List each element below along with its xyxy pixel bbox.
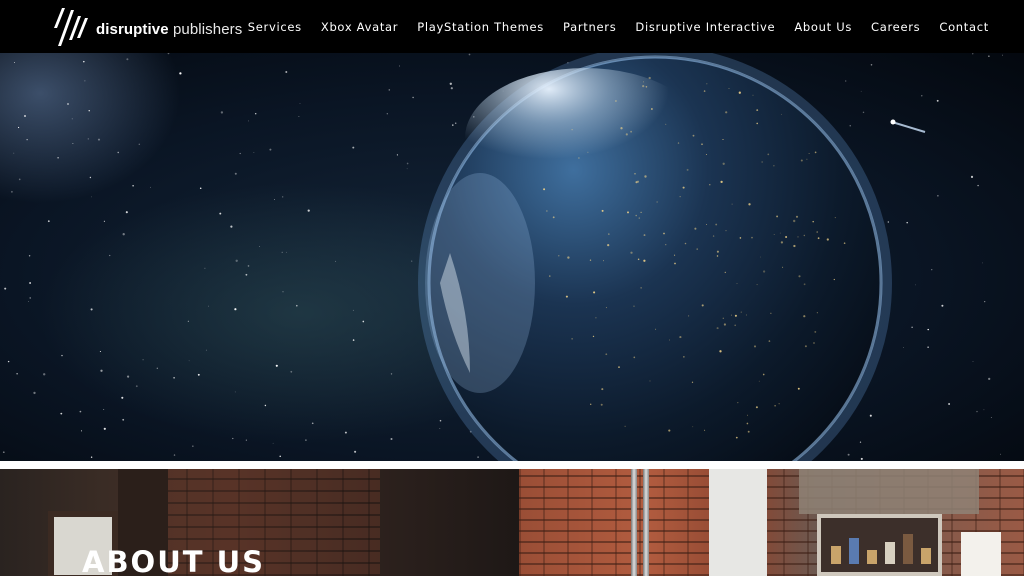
office-photo-right — [519, 469, 1024, 576]
logo[interactable]: disruptive publishers — [52, 8, 242, 46]
logo-light-text: publishers — [172, 20, 243, 38]
nav-services[interactable]: Services — [248, 20, 302, 34]
nav-disruptive-interactive[interactable]: Disruptive Interactive — [635, 20, 775, 34]
logo-bold-text: disruptive — [96, 20, 169, 38]
section-divider — [0, 461, 1024, 469]
nav-contact[interactable]: Contact — [939, 20, 989, 34]
logo-wordmark: disruptive publishers — [96, 21, 242, 38]
about-us-heading: ABOUT US — [82, 545, 266, 576]
nav-about-us[interactable]: About Us — [794, 20, 852, 34]
nav-careers[interactable]: Careers — [871, 20, 920, 34]
display-shelf — [817, 514, 942, 576]
logo-mark-icon — [54, 8, 88, 46]
hero-banner — [0, 53, 1024, 461]
earth-space-image — [0, 53, 1024, 461]
site-header: disruptive publishers Services Xbox Avat… — [0, 0, 1024, 53]
main-navigation: Services Xbox Avatar PlayStation Themes … — [248, 0, 989, 53]
nav-partners[interactable]: Partners — [563, 20, 616, 34]
nav-playstation-themes[interactable]: PlayStation Themes — [417, 20, 544, 34]
nav-xbox-avatar[interactable]: Xbox Avatar — [321, 20, 398, 34]
